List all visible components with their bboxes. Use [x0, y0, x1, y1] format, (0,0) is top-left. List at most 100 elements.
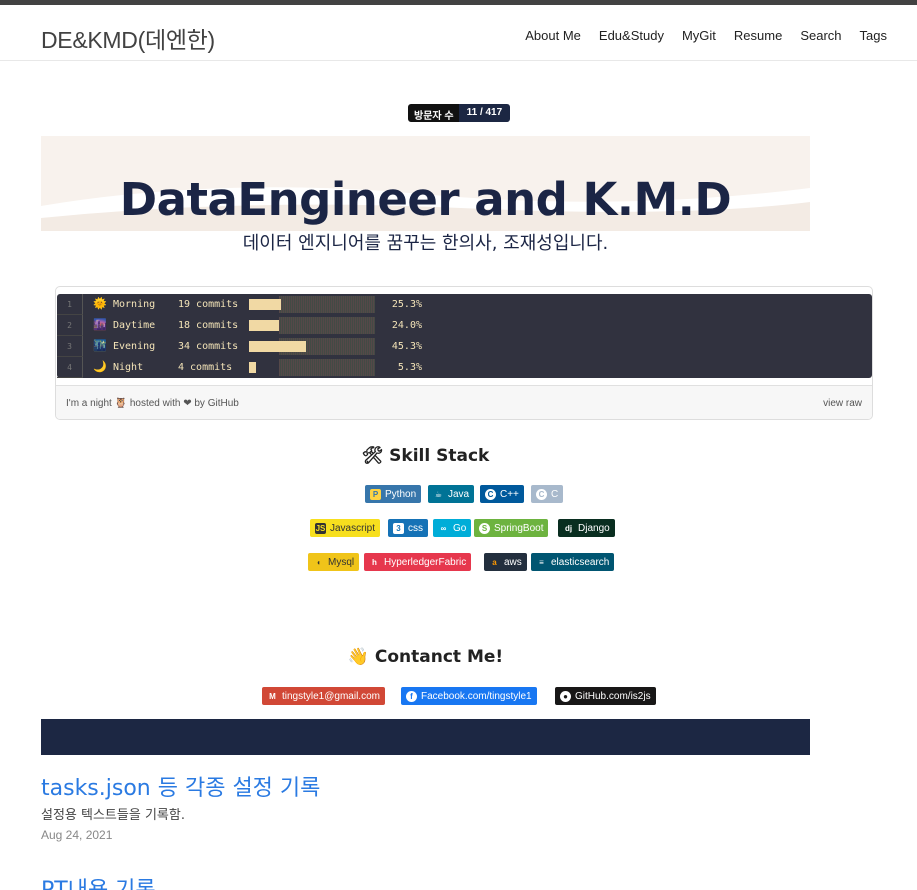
c-badge: C C [531, 485, 564, 503]
nav-search[interactable]: Search [800, 28, 841, 43]
java-icon: ☕ [434, 489, 443, 499]
visitor-badge-value: 11 / 417 [458, 104, 511, 122]
skill-stack-heading: 🛠 Skill Stack [361, 446, 490, 466]
skill-label: Javascript [330, 522, 376, 534]
gmail-badge[interactable]: M tingstyle1@gmail.com [262, 687, 385, 705]
go-badge: ∞ Go [433, 519, 472, 537]
javascript-icon: JS [315, 522, 326, 534]
skill-label: Django [578, 522, 610, 534]
github-badge[interactable]: ● GitHub.com/is2js [555, 687, 656, 705]
time-label: Morning [113, 299, 156, 310]
commit-count: 4 commits [178, 362, 233, 373]
commit-count: 34 commits [178, 341, 239, 352]
moon-icon: 🌙 [93, 360, 107, 373]
contact-label: Facebook.com/tingstyle1 [421, 690, 532, 702]
gist-row: 1 🌞 Morning 19 commits 25.3% [57, 294, 872, 315]
main-nav: About Me Edu&Study MyGit Resume Search T… [525, 28, 887, 43]
nav-tags[interactable]: Tags [860, 28, 887, 43]
facebook-icon: f [406, 690, 417, 702]
c-icon: C [536, 488, 547, 500]
elasticsearch-icon: ≡ [539, 557, 544, 567]
cpp-icon: C [485, 488, 496, 500]
cpp-badge: C C++ [480, 485, 524, 503]
line-number: 3 [57, 336, 83, 357]
commit-bar [249, 320, 279, 331]
gist-row: 4 🌙 Night 4 commits 5.3% [57, 357, 872, 378]
mysql-icon: ◖ [316, 557, 321, 567]
nav-about-me[interactable]: About Me [525, 28, 581, 43]
facebook-badge[interactable]: f Facebook.com/tingstyle1 [401, 687, 537, 705]
contact-label: GitHub.com/is2js [575, 690, 651, 702]
hyperledger-badge: h HyperledgerFabric [364, 553, 472, 571]
line-number: 4 [57, 357, 83, 378]
cityscape-icon: 🌆 [93, 318, 107, 331]
nav-mygit[interactable]: MyGit [682, 28, 716, 43]
css-icon: 3 [393, 522, 404, 534]
commit-count: 18 commits [178, 320, 239, 331]
springboot-icon: S [479, 522, 490, 534]
commit-percent: 5.3% [397, 362, 422, 373]
django-icon: dj [564, 523, 573, 533]
bar-track [279, 317, 375, 334]
commit-bar [249, 299, 281, 310]
gist-row: 3 🌃 Evening 34 commits 45.3% [57, 336, 872, 357]
skill-label: C [551, 488, 559, 500]
time-label: Night [113, 362, 144, 373]
visitor-count-badge: 방문자 수 11 / 417 [408, 104, 511, 122]
post-title-link[interactable]: PT내용 기록 [41, 872, 156, 890]
gist-row: 2 🌆 Daytime 18 commits 24.0% [57, 315, 872, 336]
gist-footer: I'm a night 🦉 hosted with ❤ by GitHub vi… [56, 385, 872, 419]
site-title[interactable]: DE&KMD(데엔한) [41, 21, 215, 55]
javascript-badge: JS Javascript [310, 519, 381, 537]
github-icon: ● [560, 690, 571, 702]
bar-track [279, 359, 375, 376]
skill-label: elasticsearch [551, 556, 610, 568]
hyperledger-icon: h [372, 557, 377, 567]
time-label: Daytime [113, 320, 156, 331]
contact-label: tingstyle1@gmail.com [282, 690, 380, 702]
commit-percent: 24.0% [391, 320, 422, 331]
site-header: DE&KMD(데엔한) About Me Edu&Study MyGit Res… [0, 5, 917, 61]
mysql-badge: ◖ Mysql [308, 553, 360, 571]
commit-bar [249, 341, 306, 352]
bar-track [279, 296, 375, 313]
night-city-icon: 🌃 [93, 339, 107, 352]
commit-count: 19 commits [178, 299, 239, 310]
gmail-icon: M [269, 691, 276, 701]
django-badge: dj Django [558, 519, 615, 537]
skill-label: Java [448, 488, 470, 500]
visitor-badge-label: 방문자 수 [408, 104, 459, 122]
python-badge: P Python [365, 485, 422, 503]
elasticsearch-badge: ≡ elasticsearch [531, 553, 615, 571]
banner-subtitle: 데이터 엔지니어를 꿈꾸는 한의사, 조재성입니다. [242, 233, 609, 254]
skill-label: HyperledgerFabric [384, 556, 467, 568]
view-raw-link[interactable]: view raw [823, 398, 862, 409]
time-label: Evening [113, 341, 156, 352]
line-number: 2 [57, 315, 83, 336]
sun-icon: 🌞 [93, 297, 107, 310]
python-icon: P [370, 488, 381, 500]
skill-label: Mysql [328, 556, 355, 568]
commit-time-gist: 1 🌞 Morning 19 commits 25.3% 2 🌆 Daytime… [55, 286, 873, 420]
gist-footer-credit[interactable]: I'm a night 🦉 hosted with ❤ by GitHub [66, 398, 239, 409]
nav-resume[interactable]: Resume [734, 28, 782, 43]
go-icon: ∞ [440, 523, 447, 533]
footer-banner-band [41, 719, 810, 755]
css-badge: 3 css [388, 519, 428, 537]
skill-label: Python [385, 488, 417, 500]
springboot-badge: S SpringBoot [474, 519, 549, 537]
banner-title: DataEngineer and K.M.D [119, 173, 732, 226]
post-date: Aug 24, 2021 [41, 828, 113, 842]
post-title-link[interactable]: tasks.json 등 각종 설정 기록 [41, 770, 320, 802]
aws-icon: a [492, 557, 497, 567]
skill-label: C++ [500, 488, 519, 500]
skill-label: css [408, 522, 423, 534]
commit-percent: 45.3% [391, 341, 422, 352]
nav-edu-study[interactable]: Edu&Study [599, 28, 664, 43]
commit-bar [249, 362, 256, 373]
skill-label: Go [453, 522, 467, 534]
java-badge: ☕ Java [428, 485, 475, 503]
gist-code-block: 1 🌞 Morning 19 commits 25.3% 2 🌆 Daytime… [57, 294, 872, 378]
aws-badge: a aws [484, 553, 527, 571]
contact-heading: 👋 Contanct Me! [347, 647, 504, 667]
